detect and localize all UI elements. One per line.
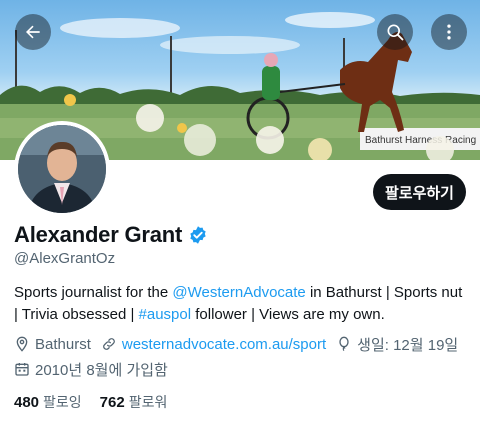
banner-sign-text: Bathurst Harness Racing — [365, 135, 476, 146]
website[interactable]: westernadvocate.com.au/sport — [101, 336, 326, 353]
joined-date: 2010년 8월에 가입함 — [14, 359, 168, 380]
follow-button[interactable]: 팔로우하기 — [373, 174, 466, 210]
name-row: Alexander Grant — [14, 222, 208, 248]
avatar-image — [18, 125, 106, 213]
bio-text: Sports journalist for the — [14, 284, 173, 301]
verified-badge-icon[interactable] — [188, 225, 208, 245]
balloon-icon — [339, 336, 349, 352]
avatar[interactable] — [14, 121, 110, 217]
profile-meta: Bathurst westernadvocate.com.au/sport 생일… — [14, 333, 468, 383]
search-button[interactable] — [377, 14, 413, 50]
location-pin-icon — [16, 336, 28, 352]
back-button[interactable] — [15, 14, 51, 50]
followers-stat[interactable]: 762 팔로워 — [100, 392, 168, 412]
location: Bathurst — [14, 336, 91, 353]
location-text: Bathurst — [35, 335, 91, 353]
bio-text: follower | Views are my own. — [191, 306, 385, 323]
follow-stats: 480 팔로잉 762 팔로워 — [14, 392, 185, 412]
bio-mention-link[interactable]: @WesternAdvocate — [172, 284, 305, 301]
following-label: 팔로잉 — [43, 394, 82, 410]
more-vertical-icon — [447, 24, 451, 40]
bio: Sports journalist for the @WesternAdvoca… — [14, 282, 470, 326]
arrow-left-icon — [26, 25, 40, 39]
link-icon — [102, 338, 115, 350]
website-link[interactable]: westernadvocate.com.au/sport — [122, 336, 326, 353]
birthday: 생일: 12월 19일 — [336, 334, 458, 355]
following-count: 480 — [14, 394, 40, 411]
followers-count: 762 — [99, 394, 125, 411]
following-stat[interactable]: 480 팔로잉 — [14, 392, 82, 412]
handle: @AlexGrantOz — [14, 250, 116, 267]
search-icon — [387, 24, 404, 41]
display-name: Alexander Grant — [14, 222, 183, 247]
birthday-text: 생일: 12월 19일 — [357, 336, 459, 354]
calendar-icon — [15, 363, 29, 376]
more-options-button[interactable] — [431, 14, 467, 50]
followers-label: 팔로워 — [128, 394, 168, 410]
bio-hashtag-link[interactable]: #auspol — [139, 306, 192, 323]
joined-text: 2010년 8월에 가입함 — [35, 361, 168, 379]
